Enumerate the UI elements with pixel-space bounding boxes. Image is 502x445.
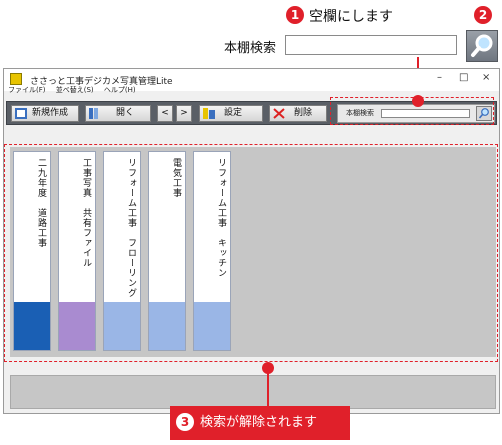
minimize-button[interactable]: – xyxy=(437,72,442,83)
callout-number-1: 1 xyxy=(286,6,304,24)
delete-icon xyxy=(273,108,285,119)
lower-panel xyxy=(10,375,496,409)
magnifier-icon xyxy=(471,34,493,57)
next-button[interactable]: > xyxy=(176,105,192,122)
new-binder-icon xyxy=(15,108,27,119)
zoom-search-button[interactable] xyxy=(466,30,498,62)
prev-button[interactable]: < xyxy=(157,105,173,122)
callout-text-1: 空欄にします xyxy=(309,9,393,25)
callout-dot-top xyxy=(412,95,424,107)
maximize-button[interactable]: □ xyxy=(459,72,468,83)
menu-file[interactable]: ファイル(F) xyxy=(8,86,46,94)
menu-sort[interactable]: 並べ替え(S) xyxy=(56,86,94,94)
settings-button-label: 設定 xyxy=(224,108,243,118)
menu-help[interactable]: ヘルプ(H) xyxy=(104,86,136,94)
app-icon xyxy=(10,73,22,85)
delete-button[interactable]: 削除 xyxy=(269,105,327,122)
settings-icon xyxy=(203,108,215,119)
open-button-label: 開く xyxy=(116,108,135,118)
delete-button-label: 削除 xyxy=(294,108,313,118)
next-label: > xyxy=(180,108,188,118)
zoom-search-label: 本棚検索 xyxy=(224,41,277,56)
result-callout: 3 検索が解除されます xyxy=(170,406,350,440)
callout-number-2: 2 xyxy=(474,6,492,24)
open-binder-icon xyxy=(89,108,98,119)
highlight-bookshelf xyxy=(4,144,498,362)
callout-connector-bottom xyxy=(267,372,269,406)
callout-text-3: 検索が解除されます xyxy=(200,415,318,430)
settings-button[interactable]: 設定 xyxy=(199,105,263,122)
open-button[interactable]: 開く xyxy=(85,105,151,122)
menu-bar: ファイル(F) 並べ替え(S) ヘルプ(H) xyxy=(8,85,144,97)
new-button[interactable]: 新規作成 xyxy=(11,105,79,122)
callout-number-3: 3 xyxy=(176,413,194,431)
new-button-label: 新規作成 xyxy=(32,108,69,118)
prev-label: < xyxy=(161,108,169,118)
close-button[interactable]: × xyxy=(482,72,490,83)
zoom-search-input[interactable] xyxy=(285,35,457,55)
